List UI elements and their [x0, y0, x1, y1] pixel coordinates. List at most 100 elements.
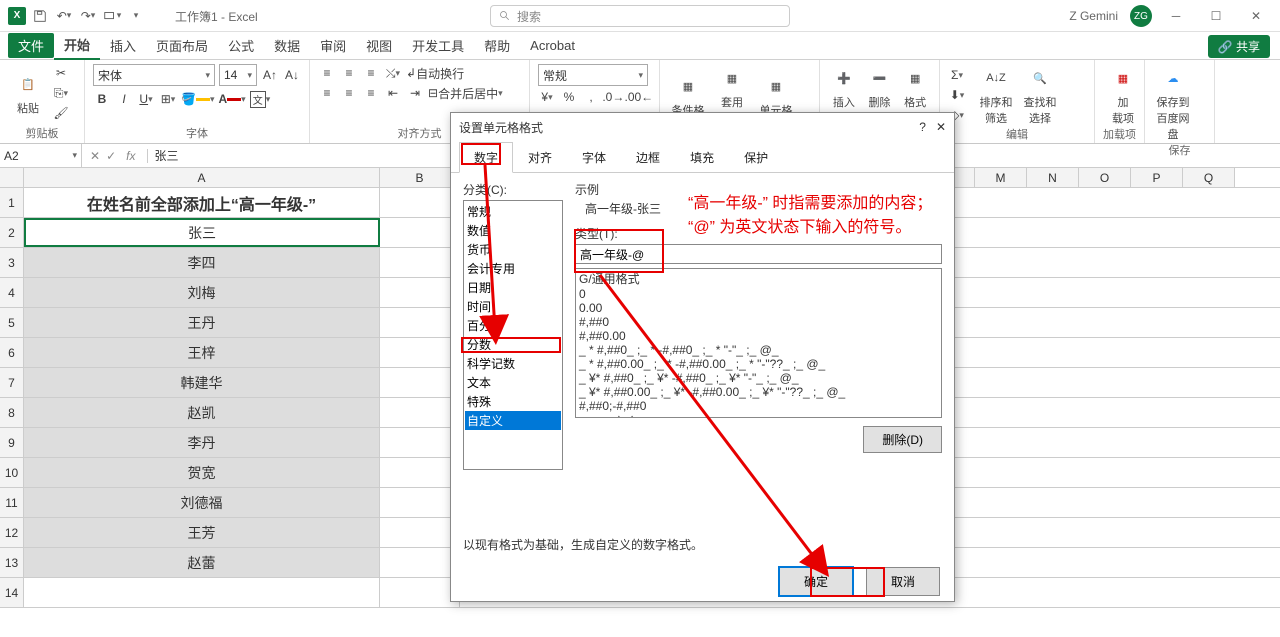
name-cell-7[interactable]: 韩建华 — [24, 368, 380, 397]
align-top-icon[interactable]: ≡ — [318, 64, 336, 82]
close-button[interactable]: ✕ — [1240, 4, 1272, 28]
number-format-combo[interactable]: 常规▾ — [538, 64, 648, 86]
search-box[interactable]: 搜索 — [490, 5, 790, 27]
insert-cell-button[interactable]: ➕插入 — [828, 64, 860, 110]
delete-cell-button[interactable]: ➖删除 — [864, 64, 896, 110]
qat-customize-icon[interactable]: ▾ — [126, 6, 146, 26]
dialog-tab-fill[interactable]: 填充 — [675, 142, 729, 173]
category-item-5[interactable]: 时间 — [465, 297, 561, 316]
cell-b6[interactable] — [380, 338, 460, 367]
grow-font-icon[interactable]: A↑ — [261, 66, 279, 84]
name-cell-13[interactable]: 赵蕾 — [24, 548, 380, 577]
col-header-N[interactable]: N — [1027, 168, 1079, 187]
category-item-10[interactable]: 特殊 — [465, 392, 561, 411]
tab-acrobat[interactable]: Acrobat — [520, 34, 585, 57]
dialog-close-icon[interactable]: ✕ — [936, 120, 946, 134]
sheet-title-cell[interactable]: 在姓名前全部添加上“高一年级-” — [24, 188, 380, 217]
name-cell-8[interactable]: 赵凯 — [24, 398, 380, 427]
align-mid-icon[interactable]: ≡ — [340, 64, 358, 82]
autosum-icon[interactable]: Σ▾ — [948, 66, 966, 84]
cancel-edit-icon[interactable]: ✕ — [90, 149, 100, 163]
sort-filter-button[interactable]: A↓Z排序和筛选 — [976, 64, 1016, 126]
category-item-2[interactable]: 货币 — [465, 240, 561, 259]
type-item-7[interactable]: _ ¥* #,##0_ ;_ ¥* -#,##0_ ;_ ¥* "-"_ ;_ … — [577, 371, 940, 385]
category-item-3[interactable]: 会计专用 — [465, 259, 561, 278]
row-header-1[interactable]: 1 — [0, 188, 24, 217]
dialog-tab-align[interactable]: 对齐 — [513, 142, 567, 173]
name-cell-2[interactable]: 张三 — [24, 218, 380, 247]
type-item-5[interactable]: _ * #,##0_ ;_ * -#,##0_ ;_ * "-"_ ;_ @_ — [577, 343, 940, 357]
comma-icon[interactable]: , — [582, 88, 600, 106]
type-item-4[interactable]: #,##0.00 — [577, 329, 940, 343]
fill-icon[interactable]: ⬇▾ — [948, 86, 966, 104]
category-list[interactable]: 常规数值货币会计专用日期时间百分比分数科学记数文本特殊自定义 — [463, 200, 563, 470]
maximize-button[interactable]: ☐ — [1200, 4, 1232, 28]
border-icon[interactable]: ⊞▾ — [159, 90, 177, 108]
font-size-combo[interactable]: 14▾ — [219, 64, 257, 86]
indent-inc-icon[interactable]: ⇥ — [406, 84, 424, 102]
font-color-icon[interactable]: A▾ — [218, 90, 245, 108]
cell-a14[interactable] — [24, 578, 380, 607]
align-center-icon[interactable]: ≡ — [340, 84, 358, 102]
type-item-6[interactable]: _ * #,##0.00_ ;_ * -#,##0.00_ ;_ * "-"??… — [577, 357, 940, 371]
share-button[interactable]: 🔗 共享 — [1208, 35, 1270, 58]
type-item-3[interactable]: #,##0 — [577, 315, 940, 329]
tab-help[interactable]: 帮助 — [474, 32, 520, 59]
category-item-1[interactable]: 数值 — [465, 221, 561, 240]
percent-icon[interactable]: % — [560, 88, 578, 106]
cell-b8[interactable] — [380, 398, 460, 427]
row-header-4[interactable]: 4 — [0, 278, 24, 307]
type-item-9[interactable]: #,##0;-#,##0 — [577, 399, 940, 413]
row-header-12[interactable]: 12 — [0, 518, 24, 547]
category-item-4[interactable]: 日期 — [465, 278, 561, 297]
tab-formula[interactable]: 公式 — [218, 32, 264, 59]
dialog-help-icon[interactable]: ? — [919, 120, 926, 134]
name-cell-6[interactable]: 王梓 — [24, 338, 380, 367]
category-item-11[interactable]: 自定义 — [465, 411, 561, 430]
find-select-button[interactable]: 🔍查找和选择 — [1020, 64, 1060, 126]
tab-data[interactable]: 数据 — [264, 32, 310, 59]
tab-file[interactable]: 文件 — [8, 33, 54, 58]
cell-b7[interactable] — [380, 368, 460, 397]
copy-icon[interactable]: ⎘▾ — [52, 84, 70, 102]
row-header-10[interactable]: 10 — [0, 458, 24, 487]
cell-b3[interactable] — [380, 248, 460, 277]
type-input[interactable] — [575, 244, 942, 264]
row-header-14[interactable]: 14 — [0, 578, 24, 607]
italic-icon[interactable]: I — [115, 90, 133, 108]
row-header-5[interactable]: 5 — [0, 308, 24, 337]
tab-dev[interactable]: 开发工具 — [402, 32, 474, 59]
paste-button[interactable]: 📋 粘贴 — [8, 70, 48, 116]
merge-button[interactable]: ⊟ 合并后居中▾ — [428, 84, 503, 102]
dec-decimal-icon[interactable]: .00← — [627, 88, 651, 106]
cell-b9[interactable] — [380, 428, 460, 457]
tab-view[interactable]: 视图 — [356, 32, 402, 59]
bold-icon[interactable]: B — [93, 90, 111, 108]
name-cell-9[interactable]: 李丹 — [24, 428, 380, 457]
enter-edit-icon[interactable]: ✓ — [106, 149, 116, 163]
underline-icon[interactable]: U▾ — [137, 90, 155, 108]
orientation-icon[interactable]: ⤯▾ — [384, 64, 402, 82]
cut-icon[interactable]: ✂ — [52, 64, 70, 82]
row-header-9[interactable]: 9 — [0, 428, 24, 457]
category-item-8[interactable]: 科学记数 — [465, 354, 561, 373]
indent-dec-icon[interactable]: ⇤ — [384, 84, 402, 102]
dialog-tab-font[interactable]: 字体 — [567, 142, 621, 173]
col-header-O[interactable]: O — [1079, 168, 1131, 187]
undo-icon[interactable]: ↶▾ — [54, 6, 74, 26]
save-icon[interactable] — [30, 6, 50, 26]
redo-icon[interactable]: ↷▾ — [78, 6, 98, 26]
fill-color-icon[interactable]: 🪣▾ — [181, 90, 214, 108]
row-header-8[interactable]: 8 — [0, 398, 24, 427]
col-header-P[interactable]: P — [1131, 168, 1183, 187]
format-cell-button[interactable]: ▦格式 — [899, 64, 931, 110]
type-item-0[interactable]: G/通用格式 — [577, 270, 940, 287]
format-painter-icon[interactable]: 🖌 — [52, 104, 70, 122]
shrink-font-icon[interactable]: A↓ — [283, 66, 301, 84]
wrap-text-button[interactable]: ↲ 自动换行 — [406, 64, 464, 82]
col-header-B[interactable]: B — [380, 168, 460, 187]
type-item-1[interactable]: 0 — [577, 287, 940, 301]
category-item-6[interactable]: 百分比 — [465, 316, 561, 335]
row-header-3[interactable]: 3 — [0, 248, 24, 277]
addin-button[interactable]: ▦加 载项 — [1103, 64, 1143, 126]
